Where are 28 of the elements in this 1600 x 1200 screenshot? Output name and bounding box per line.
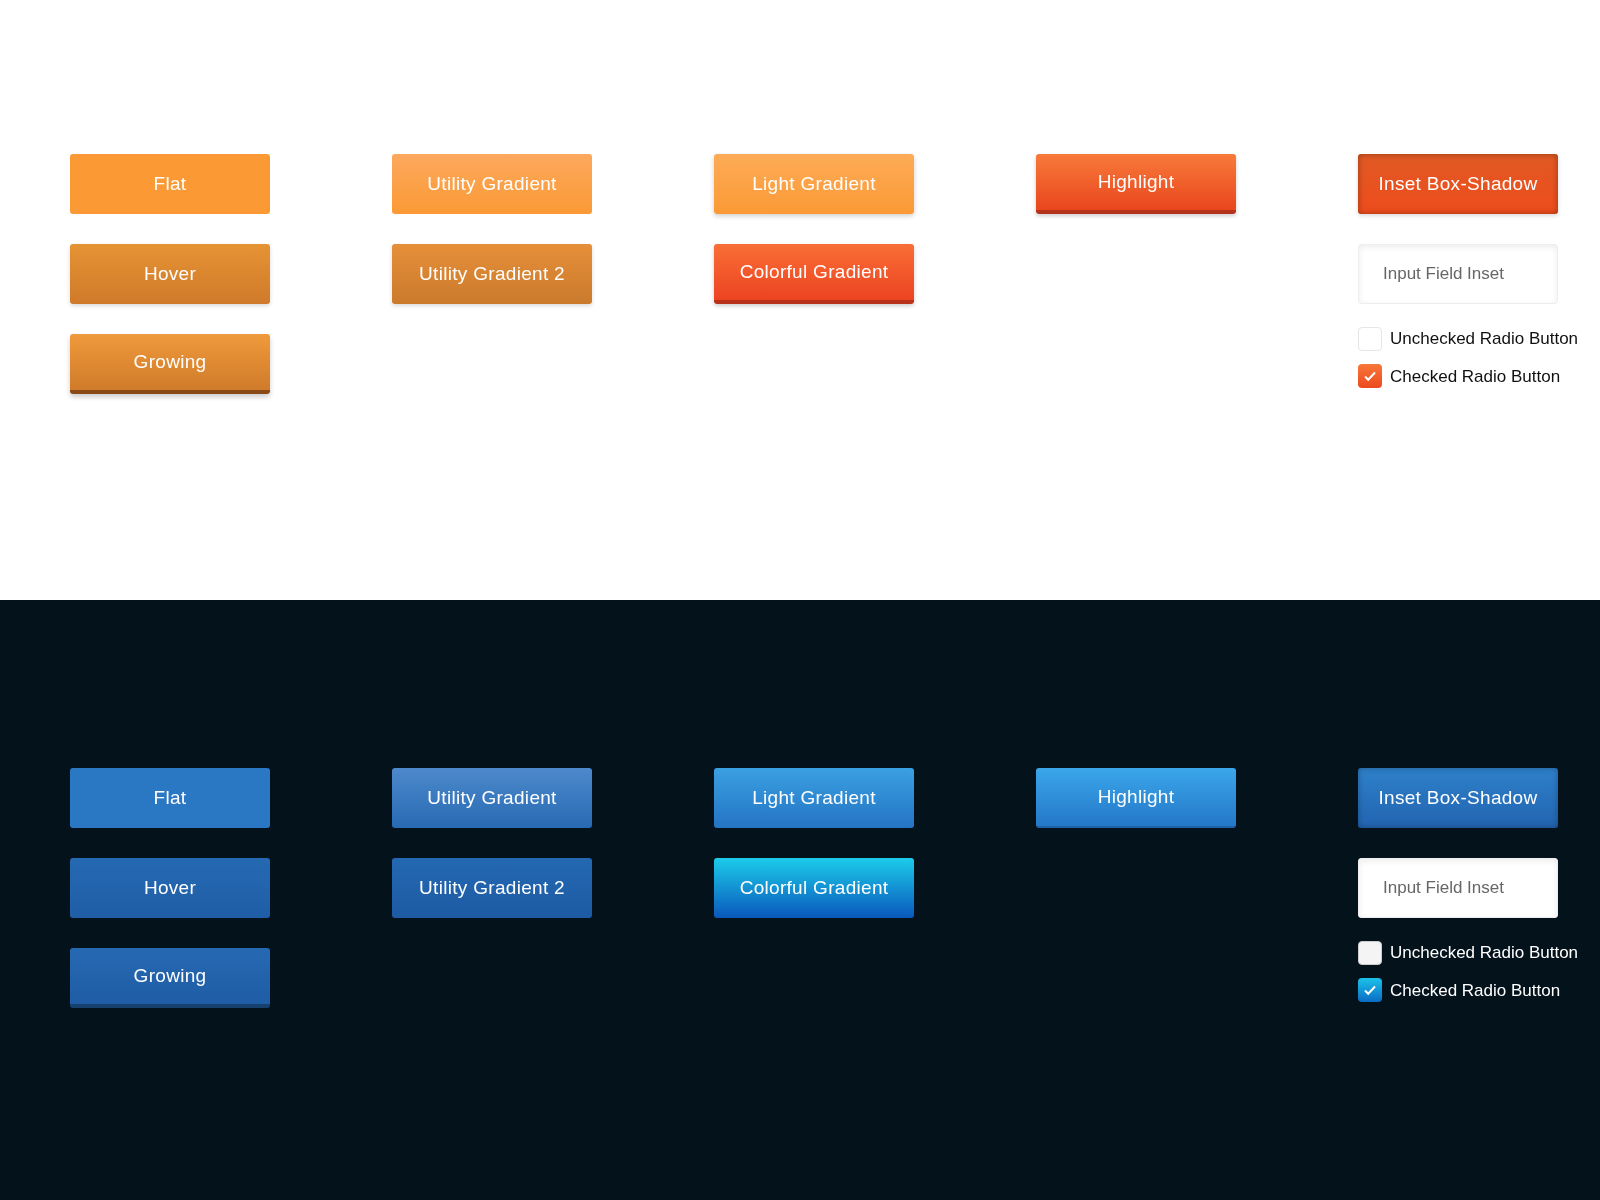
style-button[interactable]: Highlight xyxy=(1036,768,1236,828)
checkbox[interactable] xyxy=(1358,364,1382,389)
style-button[interactable]: Flat xyxy=(70,768,270,828)
style-button[interactable]: Light Gradient xyxy=(714,768,914,828)
style-button[interactable]: Inset Box-Shadow xyxy=(1358,768,1558,828)
checkbox-label: Checked Radio Button xyxy=(1390,979,1561,1002)
style-button[interactable]: Hover xyxy=(70,858,270,918)
style-button[interactable]: Hover xyxy=(70,244,270,304)
style-button[interactable]: Utility Gradient xyxy=(392,154,592,214)
input-field[interactable]: Input Field Inset xyxy=(1358,858,1558,918)
input-field[interactable]: Input Field Inset xyxy=(1358,244,1558,304)
style-button[interactable]: Utility Gradient xyxy=(392,768,592,828)
style-button[interactable]: Highlight xyxy=(1036,154,1236,214)
style-button[interactable]: Inset Box-Shadow xyxy=(1358,154,1558,214)
checkbox[interactable] xyxy=(1358,978,1382,1003)
checkbox[interactable] xyxy=(1358,940,1382,965)
style-button[interactable]: Colorful Gradient xyxy=(714,244,914,304)
checkbox-label: Unchecked Radio Button xyxy=(1390,942,1579,964)
checkbox-label: Unchecked Radio Button xyxy=(1390,328,1579,350)
style-button[interactable]: Light Gradient xyxy=(714,154,914,214)
checkbox[interactable] xyxy=(1358,326,1382,351)
style-button[interactable]: Growing xyxy=(70,334,270,394)
style-button[interactable]: Utility Gradient 2 xyxy=(392,244,592,304)
checkbox-label: Checked Radio Button xyxy=(1390,365,1561,388)
style-button[interactable]: Growing xyxy=(70,948,270,1008)
style-button[interactable]: Flat xyxy=(70,154,270,214)
style-button[interactable]: Colorful Gradient xyxy=(714,858,914,918)
style-button[interactable]: Utility Gradient 2 xyxy=(392,858,592,918)
